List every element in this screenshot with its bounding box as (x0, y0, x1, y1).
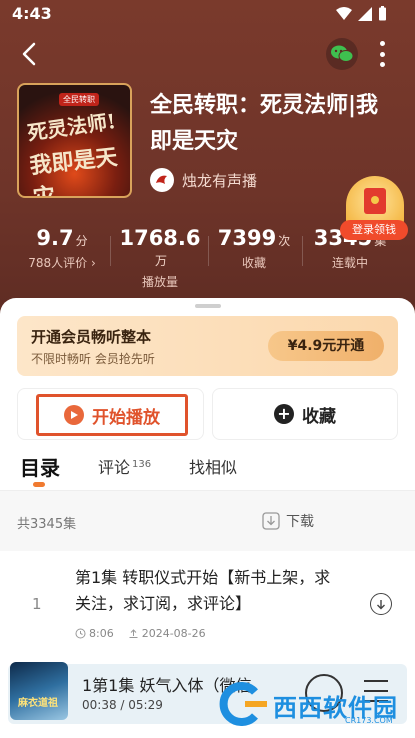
start-play-button[interactable]: 开始播放 (36, 394, 188, 436)
stat-favorites-unit: 次 (278, 234, 291, 248)
stat-plays: 1768.6 万 播放量 (115, 226, 205, 290)
book-title: 全民转职：死灵法师|我即是天灾 (150, 93, 379, 154)
red-envelope-icon (364, 188, 386, 214)
stat-rating-label: 788人评价 › (28, 256, 96, 270)
play-button-card: 开始播放 (17, 388, 204, 440)
vip-subtitle: 不限时畅听 会员抢先听 (31, 352, 155, 366)
sheet-handle[interactable] (195, 304, 221, 308)
download-icon (262, 512, 280, 530)
dragon-logo-icon (156, 175, 167, 184)
stat-divider (208, 236, 209, 266)
tab-active-indicator (33, 482, 45, 487)
mini-cover-text: 麻衣道祖 (18, 698, 58, 709)
book-cover[interactable]: 全民转职 死灵法师! 我即是天灾 (17, 83, 132, 198)
stat-favorites-value: 7399 (217, 226, 277, 250)
tab-similar[interactable]: 找相似 (189, 454, 237, 478)
episode-download-button[interactable] (370, 593, 392, 615)
arrow-down-icon (377, 600, 385, 610)
tab-similar-label: 找相似 (189, 458, 238, 477)
login-reward-widget[interactable]: 登录领钱 (340, 176, 408, 246)
wechat-share-button[interactable] (326, 38, 358, 70)
publisher-name: 烛龙有声播 (182, 171, 258, 190)
mini-player-title: 1第1集 妖气入体（微信 (82, 676, 252, 695)
wifi-icon (336, 6, 352, 20)
cover-text-line2: 我即是天灾 (28, 144, 119, 198)
status-time: 4:43 (12, 4, 52, 23)
plus-icon: + (274, 404, 294, 424)
stat-plays-value: 1768.6 (119, 226, 201, 250)
signal-icon (358, 6, 372, 21)
stat-plays-label: 播放量 (141, 275, 178, 289)
episode-number: 1 (32, 595, 42, 613)
reward-label: 登录领钱 (340, 220, 408, 240)
stat-divider (302, 236, 303, 266)
status-icons (336, 6, 387, 21)
more-options-button[interactable] (372, 38, 392, 70)
tab-catalog-label: 目录 (20, 456, 60, 480)
vip-title: 开通会员畅听整本 (31, 328, 152, 346)
battery-icon (379, 6, 386, 21)
tab-catalog[interactable]: 目录 (20, 452, 60, 481)
episode-title: 第1集 转职仪式开始【新书上架，求关注，求订阅，求评论】 (75, 568, 331, 613)
catalog-header: 共3345集 下载 (0, 491, 415, 551)
episode-date: 2024-08-26 (128, 627, 206, 640)
episode-duration: 8:06 (75, 627, 114, 640)
stat-rating[interactable]: 9.7 分 788人评价 › (22, 226, 102, 271)
stat-plays-unit: 万 (154, 254, 167, 268)
clock-icon (75, 628, 86, 639)
tab-comments[interactable]: 评论 136 (98, 454, 151, 478)
wechat-icon (331, 45, 353, 62)
mini-play-button[interactable] (305, 674, 343, 712)
tab-comments-count: 136 (132, 458, 152, 470)
publisher-logo (150, 168, 174, 192)
stat-favorites: 7399 次 收藏 (214, 226, 294, 271)
mini-player-cover[interactable]: 麻衣道祖 (10, 662, 68, 720)
playlist-button[interactable] (364, 680, 388, 702)
favorite-label: 收藏 (302, 406, 336, 427)
publisher[interactable]: 烛龙有声播 (150, 168, 257, 192)
tab-bar: 目录 评论 136 找相似 (0, 454, 415, 490)
stat-divider (110, 236, 111, 266)
episode-row[interactable]: 1 第1集 转职仪式开始【新书上架，求关注，求订阅，求评论】 8:06 2024… (0, 551, 415, 651)
tab-comments-label: 评论 (98, 458, 131, 477)
back-button[interactable] (16, 40, 44, 68)
episode-count: 共3345集 (17, 517, 77, 532)
cover-tag: 全民转职 (59, 93, 99, 106)
status-bar: 4:43 (0, 0, 415, 30)
mini-player[interactable]: 麻衣道祖 1第1集 妖气入体（微信 00:38 / 05:29 (8, 662, 407, 724)
start-play-label: 开始播放 (92, 407, 160, 428)
stat-favorites-label: 收藏 (241, 256, 266, 270)
upload-icon (129, 629, 138, 638)
stat-rating-unit: 分 (75, 234, 88, 248)
episode-date-value: 2024-08-26 (141, 627, 206, 640)
play-icon (64, 405, 84, 425)
vip-open-button[interactable]: ¥4.9元开通 (268, 331, 384, 361)
episode-duration-value: 8:06 (89, 627, 114, 640)
download-button[interactable]: 下载 (262, 511, 314, 531)
download-label: 下载 (286, 514, 314, 530)
back-arrow-icon (22, 42, 36, 66)
episode-meta: 8:06 2024-08-26 (75, 627, 206, 640)
vip-banner[interactable]: 开通会员畅听整本 不限时畅听 会员抢先听 ¥4.9元开通 (17, 316, 398, 376)
mini-player-time: 00:38 / 05:29 (82, 698, 163, 712)
stat-episodes-label: 连载中 (331, 256, 368, 270)
favorite-button[interactable]: + 收藏 (212, 388, 398, 440)
stat-rating-value: 9.7 (36, 226, 74, 250)
